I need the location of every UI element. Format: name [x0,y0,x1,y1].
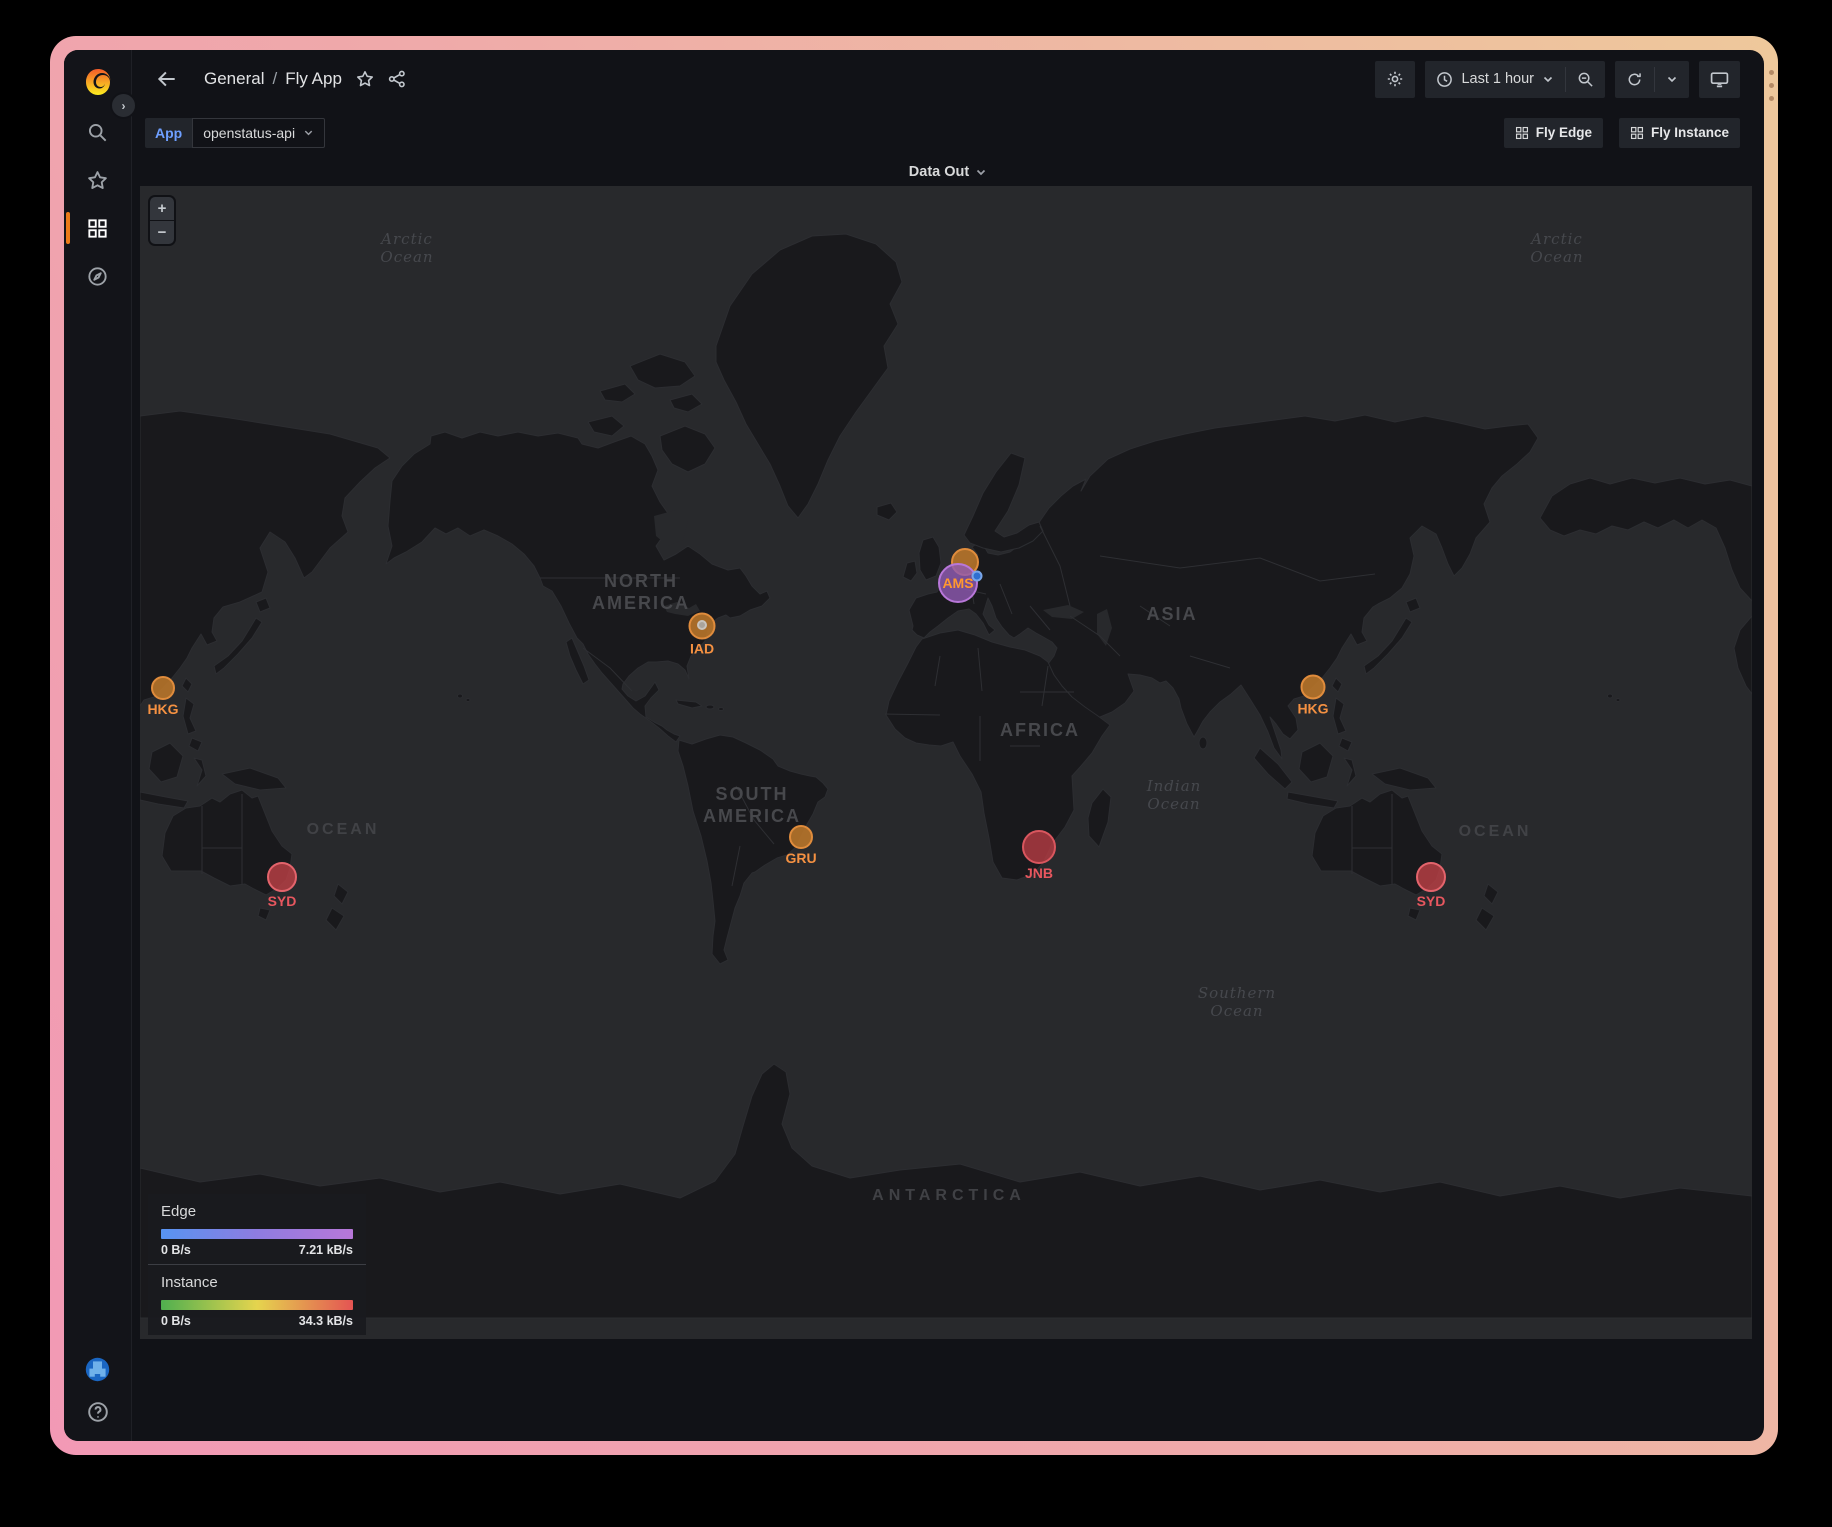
gear-icon [1386,70,1404,88]
apps-grid-icon [1630,126,1644,140]
chevron-down-icon [303,127,314,138]
top-navigation: General / Fly App [132,50,1764,108]
share-icon[interactable] [388,70,406,88]
map-marker-edge-hkg[interactable] [1302,676,1325,699]
time-range-group: Last 1 hour [1425,61,1605,98]
legend-section-instance: Instance 0 B/s 34.3 kB/s [148,1264,366,1335]
variable-label: App [145,118,192,148]
legend-min-value: 0 B/s [161,1314,191,1328]
map-zoom-in-button[interactable]: + [150,197,174,220]
greenland-landmass [716,234,902,518]
refresh-button[interactable] [1615,61,1654,98]
back-arrow-icon[interactable] [156,68,178,90]
map-marker-instance-iad[interactable] [698,621,706,629]
clock-icon [1436,71,1453,88]
map-legend: Edge 0 B/s 7.21 kB/s Instance 0 B/s 34.3 kB/s [148,1194,366,1335]
fly-edge-label: Fly Edge [1536,125,1592,140]
legend-range: 0 B/s 7.21 kB/s [161,1243,353,1257]
map-marker-label-edge-syd-west: SYD [268,893,297,909]
legend-title: Edge [161,1203,353,1220]
time-range-label: Last 1 hour [1461,71,1534,87]
frame-dots [1769,70,1774,101]
panel-title-menu[interactable]: Data Out [132,157,1764,186]
dashboards-icon [87,218,108,239]
breadcrumb-separator: / [272,69,277,89]
zoom-out-icon [1577,71,1594,88]
refresh-interval-dropdown[interactable] [1655,61,1689,98]
tv-icon [1710,70,1729,89]
map-marker-edge-syd-west[interactable] [268,863,296,891]
map-marker-label-edge-jnb: JNB [1025,865,1053,881]
chevron-down-icon [1666,73,1678,85]
map-marker-edge-gru[interactable] [790,826,812,848]
north-america-landmass [386,432,770,742]
grafana-logo-icon [83,67,113,97]
map-marker-label-edge-gru: GRU [785,850,816,866]
antarctica-landmass [140,1064,1752,1318]
map-marker-label-edge-hkg-west: HKG [147,701,178,717]
search-icon [87,122,108,143]
star-icon [87,170,108,191]
chevron-right-icon: › [122,99,126,113]
breadcrumb: General / Fly App [204,69,342,89]
world-map: AMS IAD HKG HKG GRU JNB SYD SYD [140,186,1752,1339]
map-marker-edge-hkg-west[interactable] [152,677,174,699]
active-indicator [66,212,70,244]
legend-gradient-bar [161,1229,353,1239]
map-zoom-out-button[interactable]: − [150,221,174,244]
map-marker-edge-jnb[interactable] [1023,831,1055,863]
refresh-group [1615,61,1689,98]
panel-title: Data Out [909,164,969,180]
dashboard-submenu: App openstatus-api Fly Edge [132,108,1764,157]
sidebar: › [64,50,132,1441]
breadcrumb-section[interactable]: General [204,69,264,89]
asia-wrap-landmass [140,411,390,706]
chevron-down-icon [975,166,987,178]
sidebar-item-starred[interactable] [64,158,131,202]
dashboard-settings-button[interactable] [1375,61,1415,98]
legend-section-edge: Edge 0 B/s 7.21 kB/s [148,1194,366,1264]
sidebar-item-dashboards[interactable] [64,206,131,250]
variable-value: openstatus-api [203,125,295,141]
map-marker-label-edge-syd: SYD [1417,893,1446,909]
help-icon [87,1401,109,1423]
legend-max-value: 7.21 kB/s [299,1243,353,1257]
window-frame: › [50,36,1778,1455]
legend-title: Instance [161,1274,353,1291]
fly-edge-link[interactable]: Fly Edge [1504,118,1603,148]
map-marker-label-edge-hkg: HKG [1297,701,1328,717]
geomap-panel[interactable]: AMSIADHKGHKGGRUJNBSYDSYD Arctic OceanArc… [140,186,1752,1339]
kiosk-mode-button[interactable] [1699,61,1740,98]
variable-value-dropdown[interactable]: openstatus-api [192,118,325,148]
sidebar-item-help[interactable] [64,1390,131,1434]
chevron-down-icon [1542,73,1554,85]
time-zoom-out-button[interactable] [1566,61,1605,98]
breadcrumb-page[interactable]: Fly App [285,69,342,89]
fly-instance-link[interactable]: Fly Instance [1619,118,1740,148]
star-icon[interactable] [356,70,374,88]
fly-instance-label: Fly Instance [1651,125,1729,140]
map-marker-label-edge-ams: AMS [942,575,973,591]
refresh-icon [1626,71,1643,88]
map-marker-edge-syd[interactable] [1417,863,1445,891]
grafana-app-window: › [64,50,1764,1441]
legend-max-value: 34.3 kB/s [299,1314,353,1328]
sidebar-item-profile[interactable] [64,1347,131,1391]
sidebar-item-explore[interactable] [64,254,131,298]
profile-avatar [84,1356,111,1383]
legend-min-value: 0 B/s [161,1243,191,1257]
legend-gradient-bar [161,1300,353,1310]
apps-grid-icon [1515,126,1529,140]
map-zoom-controls: + − [148,195,176,246]
time-range-picker[interactable]: Last 1 hour [1425,61,1565,98]
sidebar-expand-button[interactable]: › [110,92,137,119]
map-marker-instance-ams[interactable] [973,572,982,581]
legend-range: 0 B/s 34.3 kB/s [161,1314,353,1328]
compass-icon [87,266,108,287]
map-marker-label-edge-iad: IAD [690,641,714,657]
